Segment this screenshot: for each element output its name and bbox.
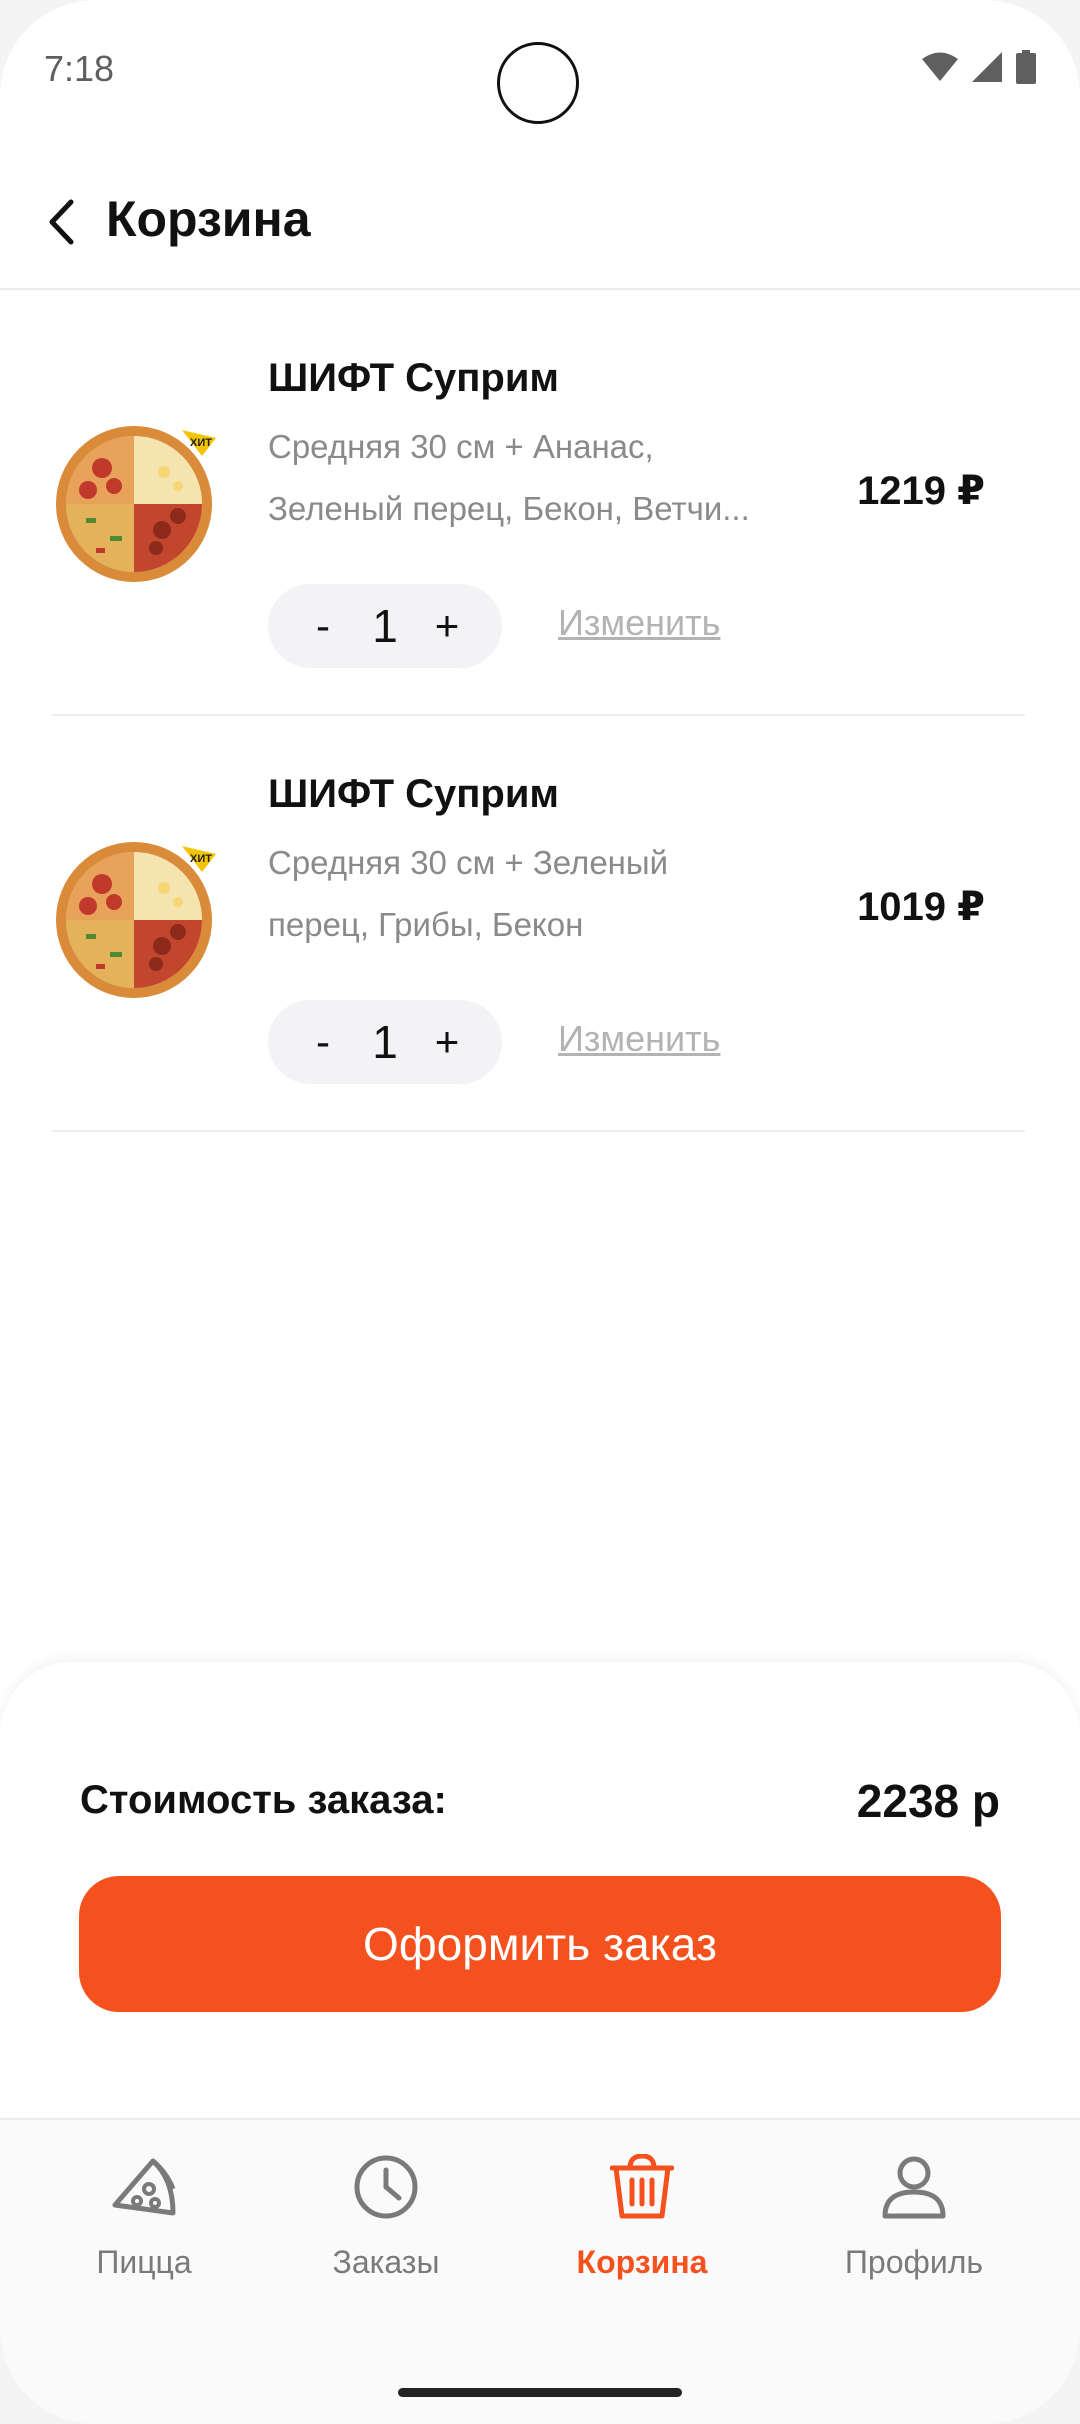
order-total-label: Стоимость заказа: bbox=[80, 1778, 447, 1822]
order-total-value: 2238 р bbox=[856, 1775, 1000, 1827]
back-button[interactable] bbox=[36, 192, 86, 252]
status-time: 7:18 bbox=[44, 48, 115, 89]
nav-label: Пицца bbox=[96, 2244, 192, 2280]
increase-quantity-button[interactable]: + bbox=[432, 602, 462, 650]
item-name: ШИФТ Суприм bbox=[268, 772, 560, 816]
wifi-icon bbox=[922, 52, 958, 81]
edit-item-link[interactable]: Изменить bbox=[558, 1018, 720, 1060]
nav-label: Заказы bbox=[332, 2244, 440, 2280]
cart-item: ХИТ ШИФТ Суприм Средняя 30 см + Ананас, … bbox=[52, 300, 1025, 716]
nav-label: Корзина bbox=[576, 2244, 708, 2280]
status-icons bbox=[922, 50, 1036, 84]
decrease-quantity-button[interactable]: - bbox=[308, 602, 338, 650]
nav-label: Профиль bbox=[844, 2244, 984, 2280]
item-description-line: Средняя 30 см + Ананас, bbox=[268, 428, 654, 465]
clock-icon bbox=[349, 2150, 423, 2224]
increase-quantity-button[interactable]: + bbox=[432, 1018, 462, 1066]
nav-item-cart[interactable]: Корзина bbox=[532, 2150, 752, 2300]
page-title: Корзина bbox=[106, 191, 311, 247]
back-arrow-icon bbox=[49, 199, 74, 245]
battery-icon bbox=[1016, 50, 1036, 84]
cart-item: ХИТ ШИФТ Суприм Средняя 30 см + Зеленый … bbox=[52, 716, 1025, 1132]
nav-item-pizza[interactable]: Пицца bbox=[34, 2150, 254, 2300]
decrease-quantity-button[interactable]: - bbox=[308, 1018, 338, 1066]
quantity-stepper: - 1 + bbox=[268, 1000, 502, 1084]
item-name: ШИФТ Суприм bbox=[268, 356, 560, 400]
item-description: Средняя 30 см + Ананас, Зеленый перец, Б… bbox=[268, 416, 808, 540]
checkout-button[interactable]: Оформить заказ bbox=[79, 1876, 1001, 2012]
home-indicator[interactable] bbox=[398, 2388, 682, 2397]
item-description-line: Зеленый перец, Бекон, Ветчи... bbox=[268, 490, 750, 527]
bottom-navigation: Пицца Заказы Корзина Профиль bbox=[0, 2118, 1080, 2424]
item-price: 1019 ₽ bbox=[857, 885, 985, 929]
order-summary-panel: Стоимость заказа: 2238 р Оформить заказ bbox=[0, 1662, 1080, 2122]
item-description: Средняя 30 см + Зеленый перец, Грибы, Бе… bbox=[268, 832, 808, 956]
nav-item-profile[interactable]: Профиль bbox=[804, 2150, 1024, 2300]
pizza-image: ХИТ bbox=[56, 426, 216, 582]
pizza-image: ХИТ bbox=[56, 842, 216, 998]
top-app-bar: Корзина bbox=[0, 170, 1080, 290]
basket-icon bbox=[605, 2150, 679, 2224]
quantity-value: 1 bbox=[372, 600, 398, 652]
item-price: 1219 ₽ bbox=[857, 469, 985, 513]
app-screen: 7:18 Корзина ХИТ ШИФТ Суприм Средняя 30 … bbox=[0, 0, 1080, 2424]
front-camera bbox=[497, 42, 579, 124]
hit-badge: ХИТ bbox=[190, 853, 212, 865]
edit-item-link[interactable]: Изменить bbox=[558, 602, 720, 644]
hit-badge: ХИТ bbox=[190, 437, 212, 449]
quantity-stepper: - 1 + bbox=[268, 584, 502, 668]
item-description-line: Средняя 30 см + Зеленый bbox=[268, 844, 669, 881]
user-icon bbox=[877, 2150, 951, 2224]
nav-item-orders[interactable]: Заказы bbox=[276, 2150, 496, 2300]
cellular-signal-icon bbox=[972, 52, 1002, 82]
item-description-line: перец, Грибы, Бекон bbox=[268, 906, 584, 943]
quantity-value: 1 bbox=[372, 1016, 398, 1068]
pizza-slice-icon bbox=[107, 2150, 181, 2224]
